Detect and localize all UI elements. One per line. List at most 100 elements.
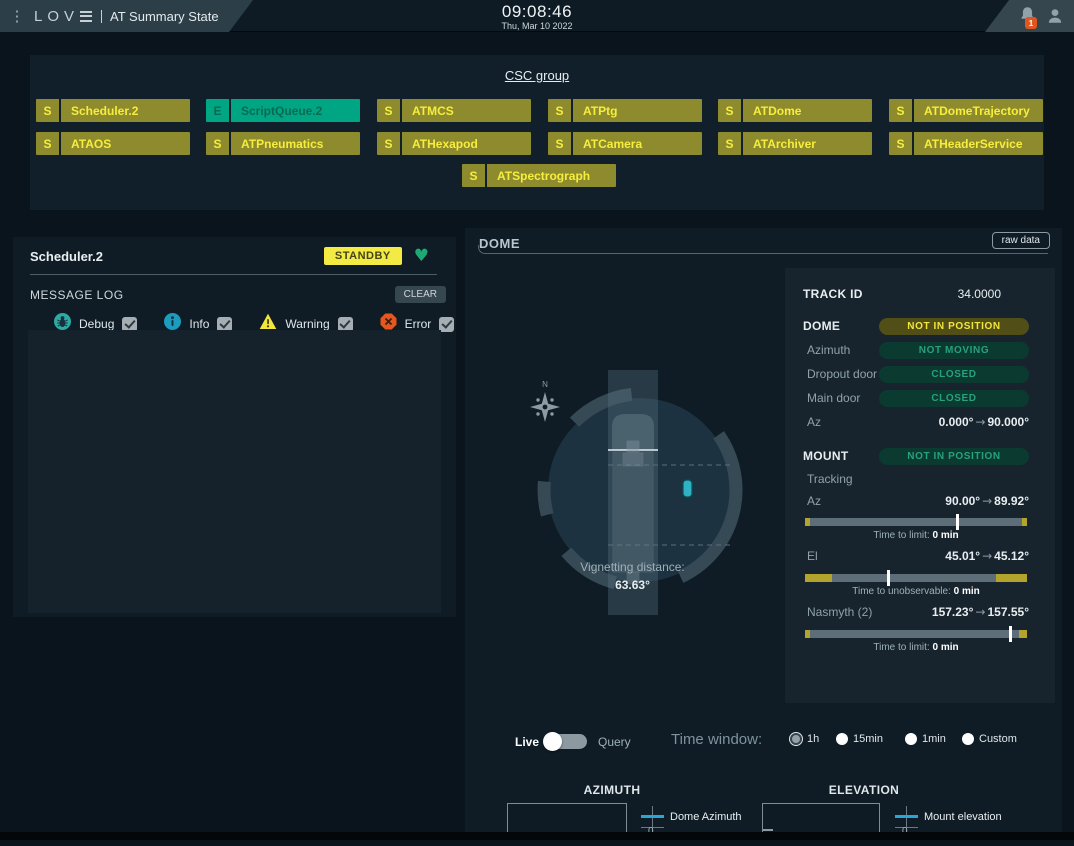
vignetting-value: 63.63° (530, 578, 735, 592)
arrow-icon: → (973, 605, 987, 619)
csc-state-letter: S (548, 99, 571, 122)
csc-label: ATArchiver (743, 132, 872, 155)
legend-line-icon (895, 815, 918, 818)
csc-group-title: CSC group (30, 68, 1044, 83)
elevation-label: El (803, 549, 818, 563)
menu-kebab-icon[interactable]: ⋮ (8, 7, 26, 25)
notifications-bell-icon[interactable]: 1 (1019, 6, 1036, 26)
csc-label: ATHexapod (402, 132, 531, 155)
radio-icon[interactable] (905, 733, 917, 745)
clock-time: 09:08:46 (501, 2, 572, 22)
compass-icon: N (530, 380, 560, 422)
filter-label: Warning (285, 317, 329, 331)
csc-state-letter: S (889, 132, 912, 155)
mount-az-time-caption: Time to limit: 0 min (803, 530, 1029, 541)
logo-divider (101, 10, 102, 23)
mount-status-badge: NOT IN POSITION (879, 448, 1029, 465)
mount-section-label: MOUNT (803, 449, 849, 463)
page-title: AT Summary State (110, 9, 219, 24)
time-window-15min[interactable]: 15min (836, 733, 883, 745)
user-icon[interactable] (1046, 7, 1064, 25)
csc-button-ataos[interactable]: S ATAOS (36, 132, 190, 155)
elevation-chart-legend: Mount elevation 0 (895, 806, 1015, 846)
logo-text: LOV (34, 8, 79, 25)
vignetting-readout: Vignetting distance: 63.63° (530, 560, 735, 592)
csc-button-atptg[interactable]: S ATPtg (548, 99, 702, 122)
arrow-icon: → (980, 549, 994, 563)
radio-icon[interactable] (836, 733, 848, 745)
arrow-icon: → (980, 494, 994, 508)
raw-data-button[interactable]: raw data (992, 232, 1050, 249)
csc-button-atarchiver[interactable]: S ATArchiver (718, 132, 872, 155)
tracking-label: Tracking (803, 472, 853, 486)
csc-label: ATMCS (402, 99, 531, 122)
azimuth-chart-legend: Dome Azimuth 0 (641, 806, 761, 846)
csc-button-atspectrograph[interactable]: S ATSpectrograph (462, 164, 616, 187)
elevation-legend-label: Mount elevation (924, 811, 1002, 823)
topbar-left-wedge: ⋮ LOV AT Summary State (0, 0, 253, 32)
csc-state-letter: S (718, 132, 741, 155)
filter-label: Info (189, 317, 209, 331)
legend-line-icon (641, 815, 664, 818)
csc-button-atmcs[interactable]: S ATMCS (377, 99, 531, 122)
main-door-status-badge: CLOSED (879, 390, 1029, 407)
top-bar: ⋮ LOV AT Summary State 09:08:46 Thu, Mar… (0, 0, 1074, 32)
csc-label: ATHeaderService (914, 132, 1043, 155)
mount-azimuth-marker (683, 480, 692, 497)
scheduler-state-badge: STANDBY (324, 247, 402, 265)
elevation-limit-slider[interactable] (805, 571, 1027, 585)
track-id-label: TRACK ID (803, 287, 863, 301)
azimuth-legend-label: Dome Azimuth (670, 811, 742, 823)
vignetting-label: Vignetting distance: (530, 560, 735, 574)
csc-state-letter: S (377, 132, 400, 155)
error-checkbox[interactable] (439, 317, 454, 332)
scheduler-title: Scheduler.2 (30, 249, 103, 264)
csc-state-letter: S (889, 99, 912, 122)
toggle-knob[interactable] (543, 732, 562, 751)
elevation-value: 45.01°→45.12° (945, 549, 1029, 563)
time-window-custom[interactable]: Custom (962, 733, 1017, 745)
time-window-1h[interactable]: 1h (790, 733, 819, 745)
csc-state-letter: S (548, 132, 571, 155)
message-log-title: MESSAGE LOG (30, 288, 124, 302)
dome-panel: DOME raw data N Vignetting (465, 228, 1062, 840)
filter-label: Debug (79, 317, 114, 331)
dome-header-rule (478, 245, 1048, 254)
message-log-list[interactable] (28, 330, 441, 613)
clear-button[interactable]: CLEAR (395, 286, 446, 303)
csc-label: ScriptQueue.2 (231, 99, 360, 122)
dome-section-label: DOME (803, 319, 840, 333)
csc-state-letter: S (36, 132, 59, 155)
csc-label: ATPtg (573, 99, 702, 122)
csc-state-letter: S (36, 99, 59, 122)
csc-state-letter: S (206, 132, 229, 155)
live-label: Live (515, 735, 539, 749)
time-window-1min[interactable]: 1min (905, 733, 946, 745)
query-label: Query (598, 735, 631, 749)
mount-az-limit-slider[interactable] (805, 515, 1027, 529)
topbar-right-wedge: 1 (985, 0, 1074, 32)
csc-button-atcamera[interactable]: S ATCamera (548, 132, 702, 155)
csc-label: ATAOS (61, 132, 190, 155)
csc-button-atheaderservice[interactable]: S ATHeaderService (889, 132, 1043, 155)
csc-button-athexapod[interactable]: S ATHexapod (377, 132, 531, 155)
csc-button-atdome[interactable]: S ATDome (718, 99, 872, 122)
csc-button-atpneumatics[interactable]: S ATPneumatics (206, 132, 360, 155)
dome-mount-summary: TRACK ID 34.0000 DOME NOT IN POSITION Az… (785, 268, 1055, 703)
heartbeat-icon[interactable]: ♥ (414, 246, 429, 266)
filter-label: Error (405, 317, 432, 331)
csc-label: Scheduler.2 (61, 99, 190, 122)
time-window-label: Time window: (671, 731, 762, 748)
radio-icon[interactable] (962, 733, 974, 745)
nasmyth-limit-slider[interactable] (805, 627, 1027, 641)
radio-icon[interactable] (790, 733, 802, 745)
csc-button-scheduler2[interactable]: S Scheduler.2 (36, 99, 190, 122)
love-logo: LOV (34, 8, 110, 25)
dropout-door-status-badge: CLOSED (879, 366, 1029, 383)
csc-button-atdometrajectory[interactable]: S ATDomeTrajectory (889, 99, 1043, 122)
live-query-toggle[interactable] (545, 734, 587, 749)
dome-status-badge: NOT IN POSITION (879, 318, 1029, 335)
csc-button-scriptqueue2[interactable]: E ScriptQueue.2 (206, 99, 360, 122)
csc-label: ATDomeTrajectory (914, 99, 1043, 122)
arrow-icon: → (973, 415, 987, 429)
